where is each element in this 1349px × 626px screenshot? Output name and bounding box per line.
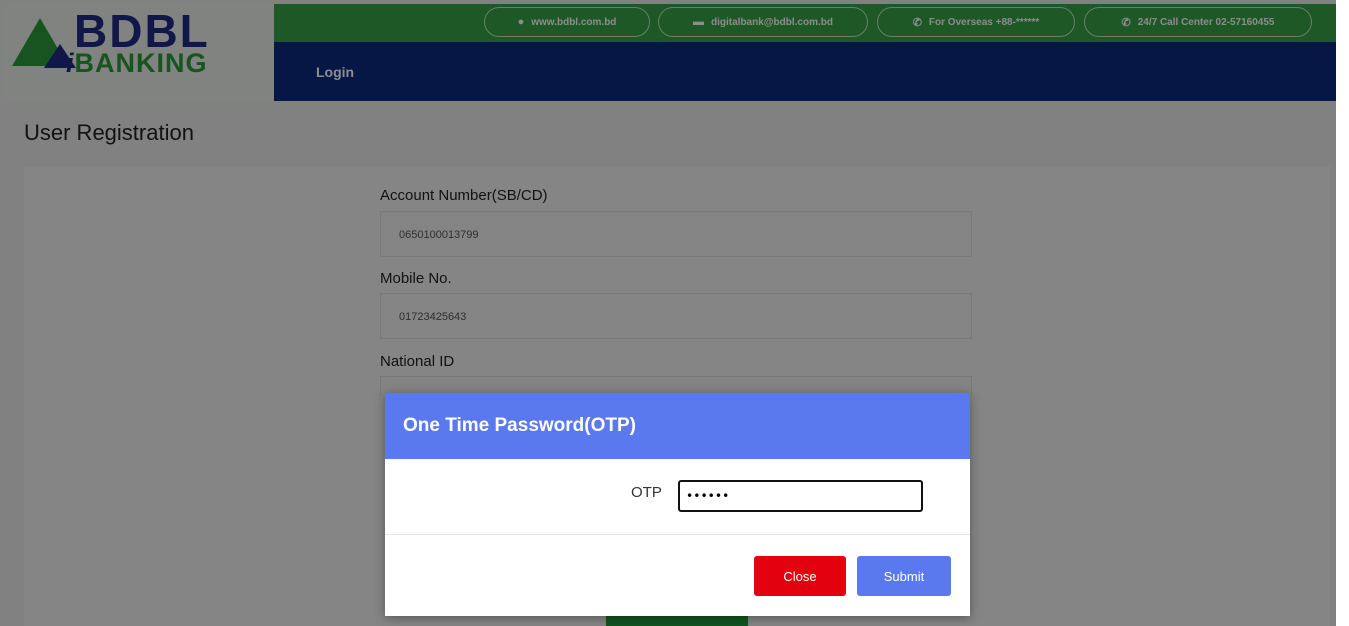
- otp-input[interactable]: [678, 480, 923, 512]
- otp-modal: One Time Password(OTP) OTP Close Submit: [385, 393, 970, 616]
- otp-modal-header: One Time Password(OTP): [385, 393, 970, 459]
- page: BDBL iBANKING ● www.bdbl.com.bd ▬ digita…: [0, 0, 1336, 626]
- otp-modal-body: OTP: [385, 459, 970, 535]
- otp-label: OTP: [631, 484, 662, 501]
- submit-button[interactable]: Submit: [857, 556, 951, 596]
- close-button[interactable]: Close: [754, 556, 846, 596]
- otp-modal-title: One Time Password(OTP): [403, 415, 636, 436]
